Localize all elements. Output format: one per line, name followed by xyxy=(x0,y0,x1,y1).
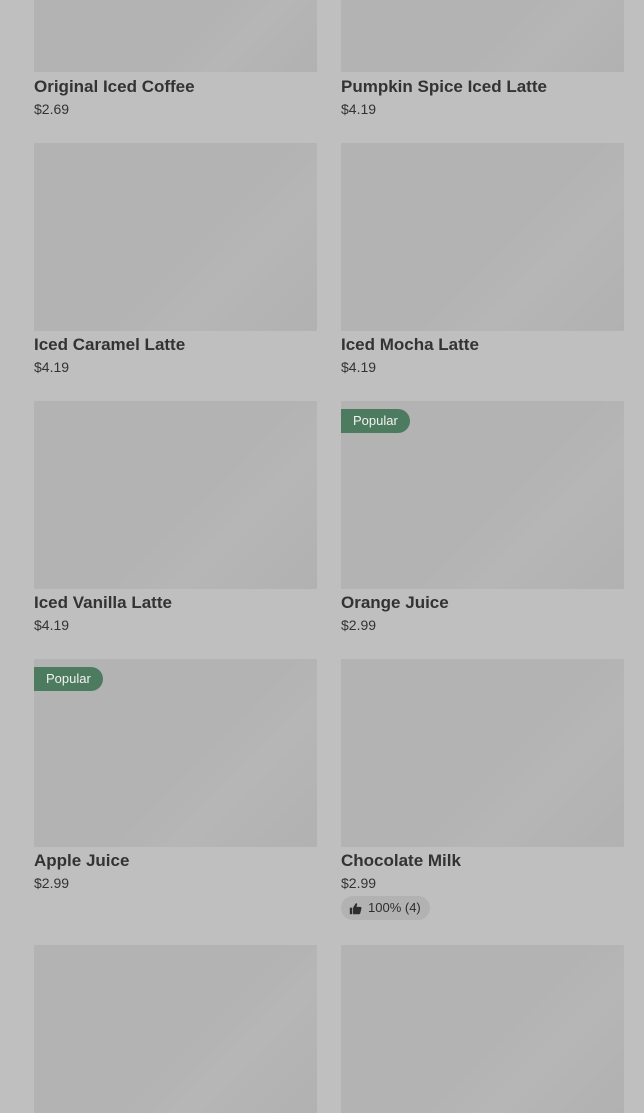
item-image[interactable] xyxy=(34,0,317,72)
item-image[interactable] xyxy=(341,0,624,72)
item-name[interactable]: Original Iced Coffee xyxy=(34,77,195,97)
menu-item-card[interactable] xyxy=(34,945,317,1113)
item-image[interactable] xyxy=(34,143,317,331)
menu-item-card[interactable]: Popular Apple Juice $2.99 xyxy=(34,659,317,929)
thumbs-up-icon xyxy=(349,902,362,915)
menu-item-card[interactable]: Popular Orange Juice $2.99 xyxy=(341,401,624,641)
item-image[interactable] xyxy=(341,945,624,1113)
item-name[interactable]: Iced Mocha Latte xyxy=(341,335,479,355)
item-price: $4.19 xyxy=(341,359,377,375)
menu-item-card[interactable]: Iced Mocha Latte $4.19 xyxy=(341,143,624,383)
item-name[interactable]: Orange Juice xyxy=(341,593,449,613)
item-price: $2.99 xyxy=(341,617,377,633)
item-image[interactable] xyxy=(341,659,624,847)
item-price: $2.99 xyxy=(341,875,377,891)
item-price: $4.19 xyxy=(34,617,70,633)
item-image[interactable] xyxy=(341,143,624,331)
item-name[interactable]: Iced Caramel Latte xyxy=(34,335,185,355)
rating-badge: 100% (4) xyxy=(341,896,430,920)
item-name[interactable]: Apple Juice xyxy=(34,851,129,871)
item-price: $2.69 xyxy=(34,101,70,117)
menu-item-card[interactable]: Iced Vanilla Latte $4.19 xyxy=(34,401,317,641)
menu-item-card[interactable]: Iced Caramel Latte $4.19 xyxy=(34,143,317,383)
rating-text: 100% (4) xyxy=(368,900,421,915)
item-name[interactable]: Chocolate Milk xyxy=(341,851,461,871)
item-image[interactable] xyxy=(34,401,317,589)
item-image[interactable] xyxy=(34,945,317,1113)
menu-item-card[interactable] xyxy=(341,945,624,1113)
popular-badge: Popular xyxy=(341,409,410,433)
item-name[interactable]: Pumpkin Spice Iced Latte xyxy=(341,77,547,97)
item-name[interactable]: Iced Vanilla Latte xyxy=(34,593,172,613)
menu-item-card[interactable]: Chocolate Milk $2.99 100% (4) xyxy=(341,659,624,929)
menu-grid: Original Iced Coffee $2.69 Pumpkin Spice… xyxy=(0,0,644,1113)
menu-item-card[interactable]: Original Iced Coffee $2.69 xyxy=(34,0,317,120)
popular-badge: Popular xyxy=(34,667,103,691)
item-price: $2.99 xyxy=(34,875,70,891)
item-price: $4.19 xyxy=(341,101,377,117)
item-price: $4.19 xyxy=(34,359,70,375)
menu-item-card[interactable]: Pumpkin Spice Iced Latte $4.19 xyxy=(341,0,624,120)
